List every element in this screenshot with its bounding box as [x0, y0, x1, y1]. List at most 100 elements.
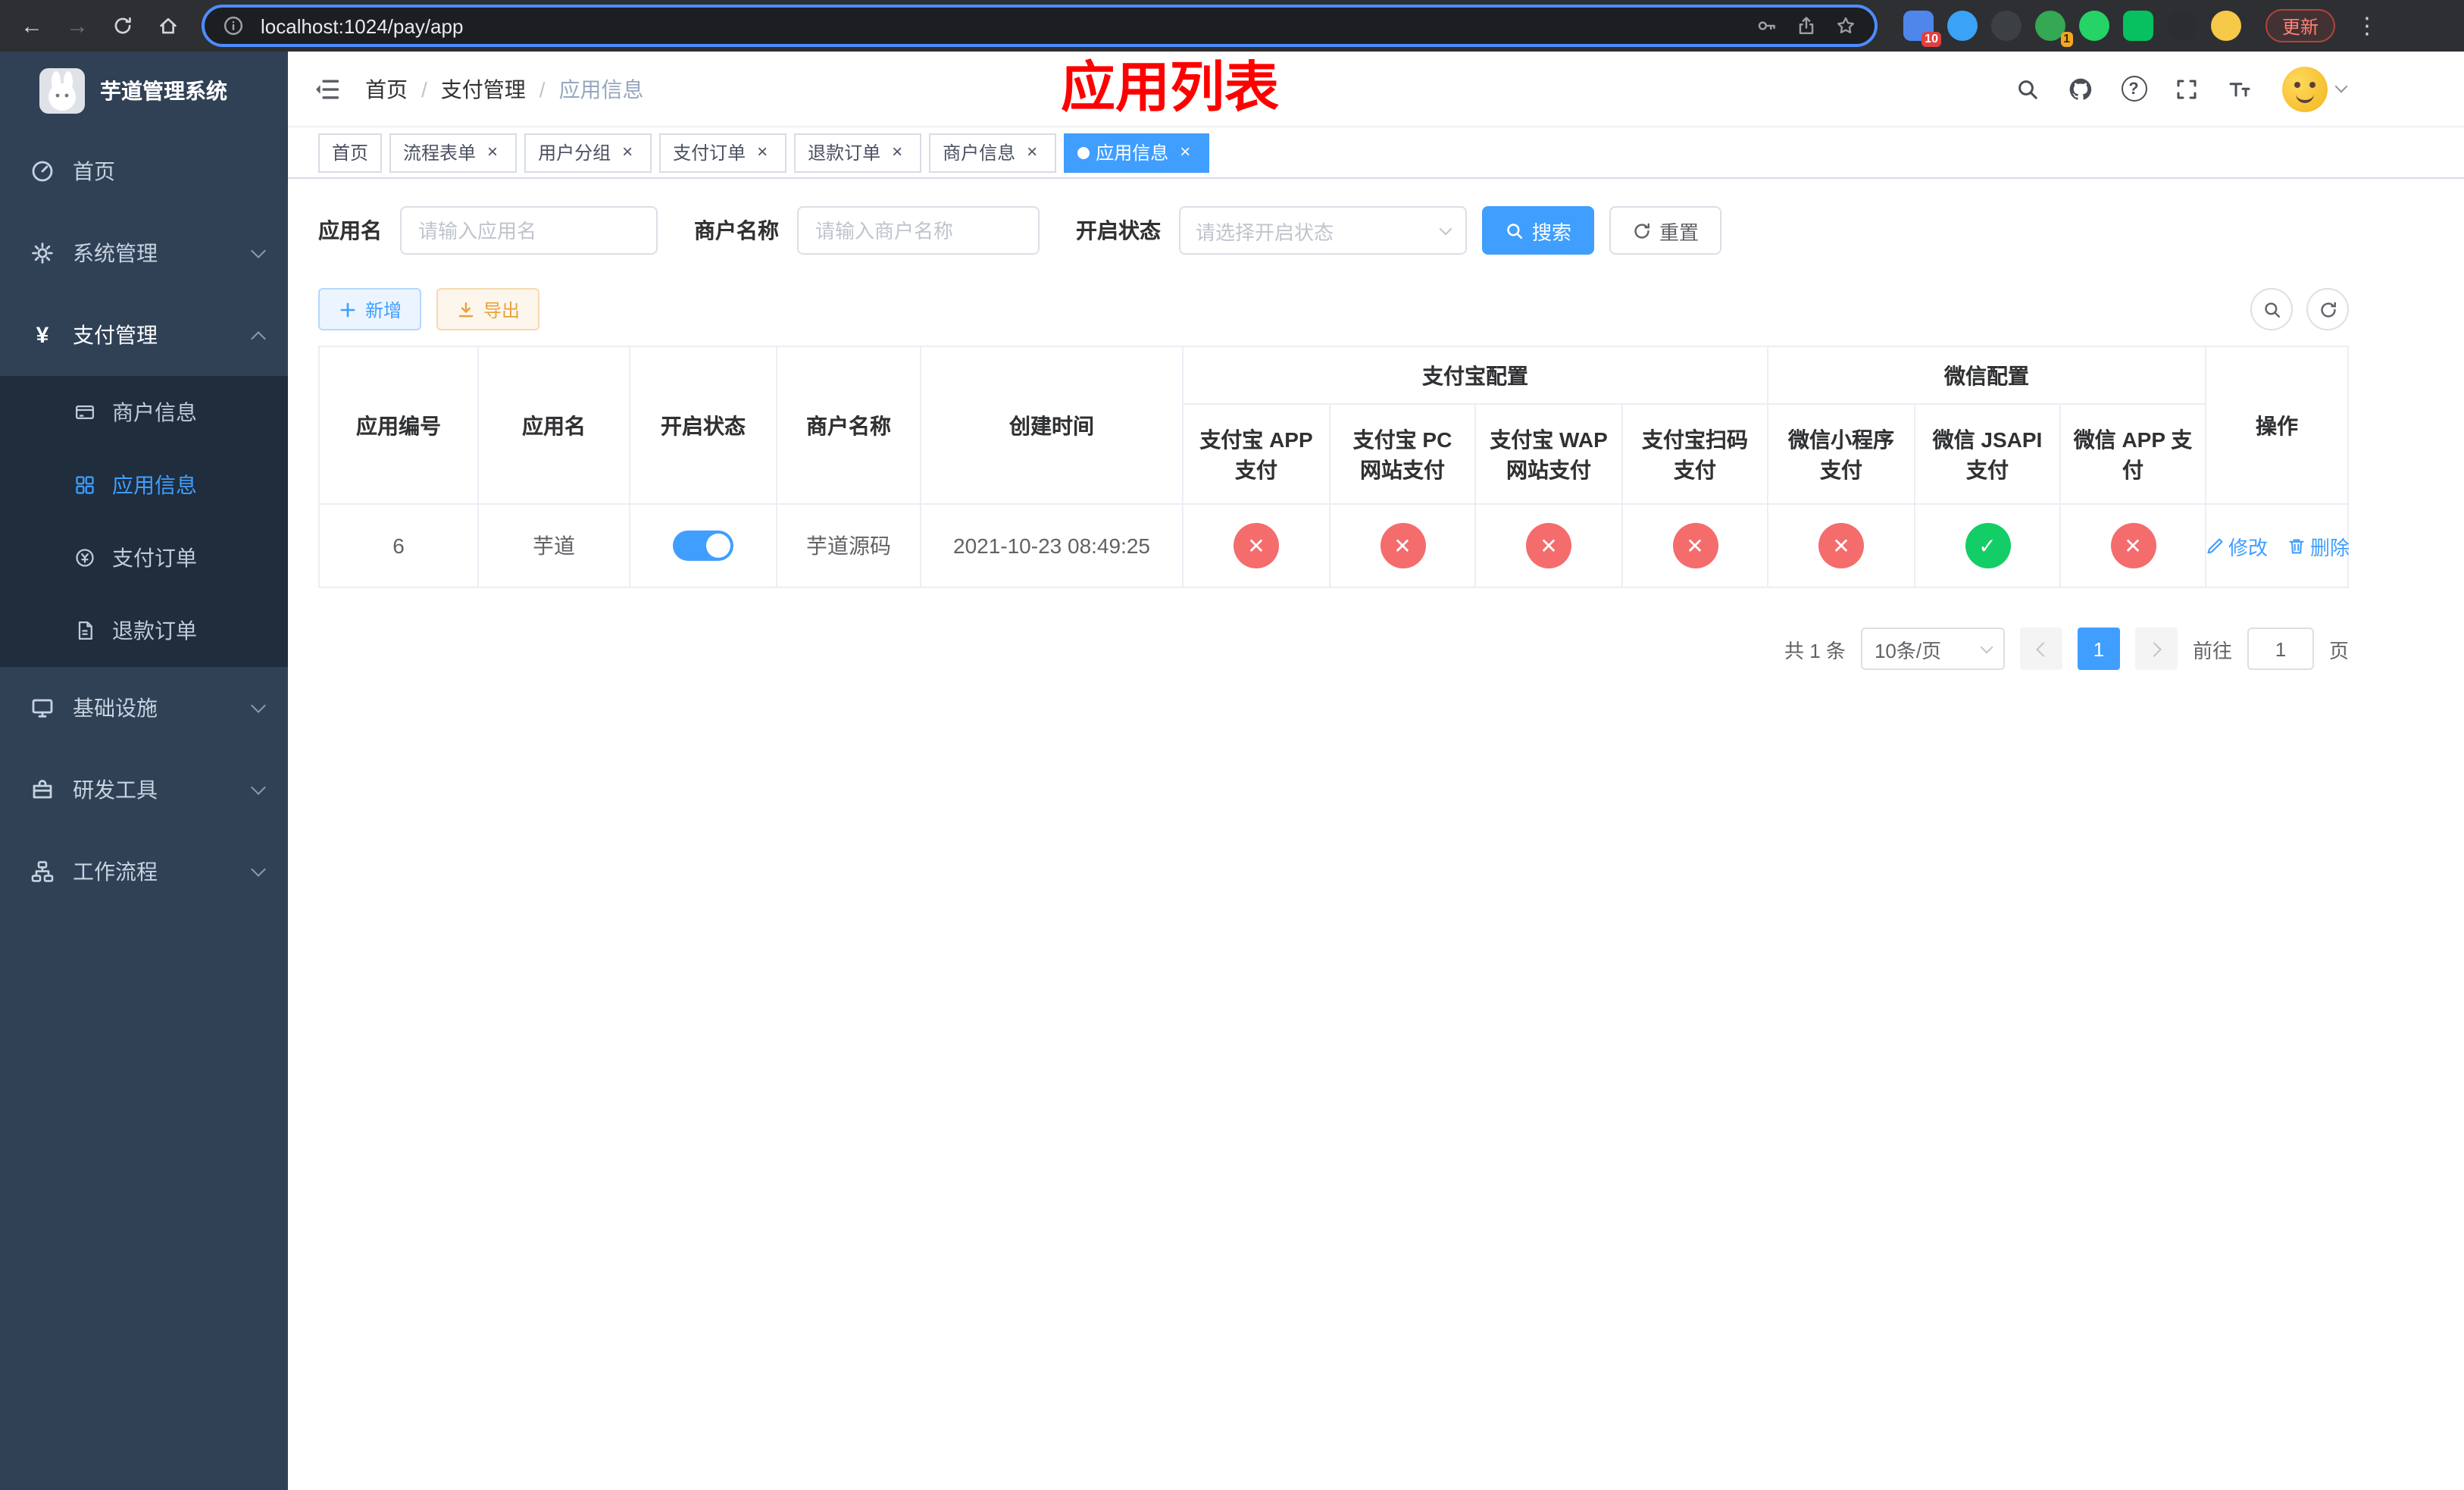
chevron-down-icon: [251, 862, 266, 877]
url-bar[interactable]: localhost:1024/pay/app: [202, 5, 1878, 47]
extension-icon-2[interactable]: [1947, 11, 1978, 41]
tab-app-info[interactable]: 应用信息 ×: [1064, 133, 1210, 172]
github-icon[interactable]: [2064, 72, 2097, 105]
sidebar-subitem-pay-order[interactable]: 支付订单: [0, 521, 288, 594]
tab-refund-order[interactable]: 退款订单 ×: [794, 133, 922, 172]
sidebar-subitem-refund-order[interactable]: 退款订单: [0, 594, 288, 667]
refresh-button[interactable]: [2306, 288, 2349, 330]
tab-label: 退款订单: [808, 142, 881, 164]
browser-back-icon[interactable]: ←: [12, 6, 52, 45]
fullscreen-icon[interactable]: [2170, 72, 2203, 105]
tab-label: 流程表单: [403, 142, 477, 164]
header-actions: ?: [2011, 66, 2348, 111]
url-text[interactable]: localhost:1024/pay/app: [261, 14, 1740, 37]
cell-actions: 修改 删除: [2204, 503, 2350, 588]
browser-forward-icon[interactable]: →: [58, 6, 97, 45]
config-status-icon: ✕: [1526, 523, 1571, 568]
site-info-icon[interactable]: [218, 11, 249, 41]
tab-home[interactable]: 首页: [318, 133, 383, 172]
sidebar-item-infra[interactable]: 基础设施: [0, 667, 288, 749]
next-page-button[interactable]: [2134, 628, 2178, 670]
browser-reload-icon[interactable]: [103, 6, 142, 45]
tab-close-icon[interactable]: ×: [1021, 141, 1043, 163]
add-button-label: 新增: [365, 299, 402, 321]
app-logo[interactable]: 芋道管理系统: [0, 52, 288, 130]
prev-page-button[interactable]: [2019, 628, 2062, 670]
merchant-name-input[interactable]: [797, 206, 1040, 255]
app-header: 首页 / 支付管理 / 应用信息 ?: [288, 52, 2464, 127]
tab-close-icon[interactable]: ×: [482, 141, 503, 163]
page-number-button[interactable]: 1: [2077, 628, 2120, 670]
cell-alipay-wap: ✕: [1474, 503, 1623, 588]
sidebar-item-system[interactable]: 系统管理: [0, 212, 288, 294]
search-icon[interactable]: [2011, 72, 2044, 105]
goto-prefix: 前往: [2192, 639, 2232, 662]
screen: ← → localhost:1024/pay/app 10 1 更新 ⋮ 芋道管…: [0, 0, 2464, 1490]
sidebar-item-devtools[interactable]: 研发工具: [0, 749, 288, 831]
browser-update-button[interactable]: 更新: [2265, 9, 2336, 42]
cell-wechat-mini: ✕: [1767, 503, 1915, 588]
breadcrumb-home[interactable]: 首页: [365, 74, 408, 104]
share-icon[interactable]: [1791, 11, 1821, 41]
breadcrumb-current: 应用信息: [558, 77, 644, 101]
sidebar-subitem-app-info[interactable]: 应用信息: [0, 449, 288, 521]
sidebar-item-home[interactable]: 首页: [0, 130, 288, 212]
sidebar-toggle-icon[interactable]: [311, 72, 344, 105]
extension-icon-6[interactable]: [2123, 11, 2153, 41]
password-key-icon[interactable]: [1752, 11, 1782, 41]
tab-close-icon[interactable]: ×: [617, 141, 638, 163]
toggle-search-button[interactable]: [2250, 288, 2293, 330]
extension-icon-8[interactable]: [2211, 11, 2241, 41]
col-app-name: 应用名: [477, 346, 630, 505]
extension-icon-5[interactable]: [2079, 11, 2109, 41]
delete-button[interactable]: 删除: [2286, 531, 2350, 560]
page-title: 应用列表: [1060, 56, 1280, 118]
config-status-icon: ✕: [1380, 523, 1425, 568]
goto-suffix: 页: [2328, 639, 2349, 662]
cell-status: [629, 503, 777, 588]
browser-menu-icon[interactable]: ⋮: [2353, 12, 2381, 39]
goto-page-input[interactable]: [2247, 628, 2314, 670]
cell-wechat-app: ✕: [2059, 503, 2207, 588]
filter-form: 应用名 商户名称 开启状态 请选择开启状态 搜索: [318, 206, 2349, 255]
tabs-bar: 首页 流程表单 × 用户分组 × 支付订单 × 退款订单 × 商户信息 × 应用…: [288, 127, 2464, 179]
tab-merchant-info[interactable]: 商户信息 ×: [929, 133, 1057, 172]
chevron-down-icon: [251, 780, 266, 795]
extension-icon-7[interactable]: [2167, 11, 2197, 41]
user-avatar[interactable]: [2282, 66, 2348, 111]
col-group-alipay: 支付宝配置: [1182, 346, 1768, 405]
export-button[interactable]: 导出: [436, 288, 540, 330]
app-name-input[interactable]: [400, 206, 658, 255]
status-select[interactable]: 请选择开启状态: [1179, 206, 1467, 255]
font-size-icon[interactable]: [2223, 72, 2256, 105]
breadcrumb-separator: /: [421, 77, 427, 101]
search-button[interactable]: 搜索: [1482, 206, 1595, 255]
avatar-emoji-icon: [2282, 66, 2328, 111]
tab-close-icon[interactable]: ×: [752, 141, 773, 163]
extension-icon-1[interactable]: 10: [1903, 11, 1941, 47]
col-group-wechat: 微信配置: [1766, 346, 2207, 405]
toolbox-icon: [30, 778, 55, 802]
tab-user-group[interactable]: 用户分组 ×: [524, 133, 652, 172]
page-size-select[interactable]: 10条/页: [1860, 628, 2005, 670]
sidebar-subitem-merchant-info[interactable]: 商户信息: [0, 376, 288, 449]
sidebar-item-payment[interactable]: ¥ 支付管理: [0, 294, 288, 376]
reset-button[interactable]: 重置: [1609, 206, 1722, 255]
tab-close-icon[interactable]: ×: [1174, 141, 1196, 163]
add-button[interactable]: 新增: [318, 288, 422, 330]
status-switch[interactable]: [673, 531, 733, 561]
breadcrumb-payment[interactable]: 支付管理: [441, 74, 526, 104]
sidebar-item-workflow[interactable]: 工作流程: [0, 831, 288, 912]
extension-icon-3[interactable]: [1991, 11, 2022, 41]
payment-submenu: 商户信息 应用信息 支付订单 退款订单: [0, 376, 288, 667]
extension-icon-4[interactable]: 1: [2035, 11, 2073, 47]
chevron-down-icon: [2334, 79, 2348, 92]
tab-pay-order[interactable]: 支付订单 ×: [659, 133, 787, 172]
edit-button[interactable]: 修改: [2204, 531, 2268, 560]
browser-home-icon[interactable]: [149, 6, 188, 45]
bookmark-star-icon[interactable]: [1831, 11, 1861, 41]
tab-process-form[interactable]: 流程表单 ×: [389, 133, 518, 172]
page-content: 应用名 商户名称 开启状态 请选择开启状态 搜索: [288, 179, 2464, 1490]
tab-close-icon[interactable]: ×: [886, 141, 908, 163]
help-icon[interactable]: ?: [2117, 72, 2150, 105]
